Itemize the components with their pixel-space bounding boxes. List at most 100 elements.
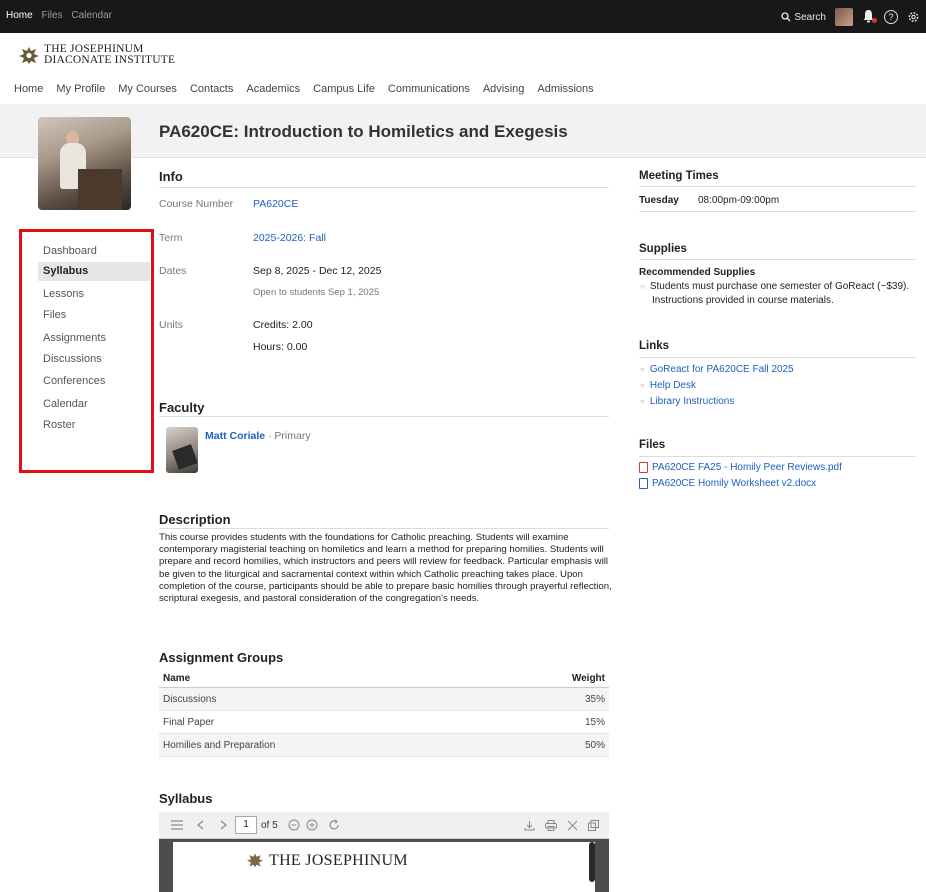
pdf-toolbar: 1 of 5 [159,812,609,839]
main-nav: Home My Profile My Courses Contacts Acad… [14,83,607,95]
top-bar: Home Files Calendar Search ? [0,0,926,33]
group-name: Discussions [159,687,495,711]
pdf-viewer[interactable]: 1 of 5 THE JOSEPHINUM [159,812,609,892]
main-nav-academics[interactable]: Academics [246,83,300,95]
meeting-times-heading: Meeting Times [639,170,719,182]
description-divider [159,528,609,529]
link-help-desk[interactable]: Help Desk [650,380,696,391]
course-number-link[interactable]: PA620CE [253,198,298,210]
zoom-out-icon[interactable] [288,819,300,831]
zoom-in-icon[interactable] [306,819,318,831]
column-header-name: Name [159,670,495,688]
link-item[interactable]: ○ Library Instructions [640,396,734,408]
top-nav-files[interactable]: Files [41,10,62,21]
link-item[interactable]: ○ GoReact for PA620CE Fall 2025 [640,364,794,376]
side-nav-assignments[interactable]: Assignments [38,329,150,348]
assignment-groups-table: Name Weight Discussions 35% Final Paper … [159,670,609,757]
pdf-page: THE JOSEPHINUM [173,842,595,892]
units-label: Units [159,319,183,331]
rotate-icon[interactable] [328,819,340,831]
meeting-row-divider [639,211,916,212]
course-number-label: Course Number [159,198,234,210]
group-name: Homilies and Preparation [159,733,495,757]
file-item[interactable]: PA620CE FA25 - Homily Peer Reviews.pdf [639,462,842,473]
table-row: Homilies and Preparation 50% [159,733,609,757]
logo-line-2: DIACONATE INSTITUTE [44,54,176,66]
docx-icon [639,478,648,489]
description-heading: Description [159,512,231,527]
institute-logo[interactable]: THE JOSEPHINUM DIACONATE INSTITUTE [18,43,176,66]
search-icon [781,12,791,22]
fullscreen-icon[interactable] [567,820,578,831]
list-item: ○ Students must purchase one semester of … [640,281,910,292]
faculty-name-link[interactable]: Matt Coriale [205,430,265,442]
top-nav-home[interactable]: Home [6,10,33,21]
side-nav-files[interactable]: Files [38,306,150,325]
file-item[interactable]: PA620CE Homily Worksheet v2.docx [639,478,816,489]
chevron-left-icon[interactable] [197,820,204,830]
main-nav-admissions[interactable]: Admissions [537,83,593,95]
main-nav-my-courses[interactable]: My Courses [118,83,177,95]
page-number-input[interactable]: 1 [235,816,257,834]
supply-line-2: Instructions provided in course material… [652,295,834,306]
column-header-weight: Weight [494,670,609,688]
file-link-peer-reviews[interactable]: PA620CE FA25 - Homily Peer Reviews.pdf [652,462,842,473]
chevron-right-icon[interactable] [220,820,227,830]
table-row: Final Paper 15% [159,710,609,734]
supplies-heading: Supplies [639,243,687,255]
faculty-avatar[interactable] [166,427,198,473]
top-nav-calendar[interactable]: Calendar [71,10,112,21]
table-header-row: Name Weight [159,670,609,688]
faculty-divider [159,416,609,417]
term-label: Term [159,232,183,244]
side-nav-calendar[interactable]: Calendar [38,395,150,414]
side-nav-roster[interactable]: Roster [38,416,150,435]
print-icon[interactable] [545,819,557,831]
files-heading: Files [639,439,666,451]
notifications-button[interactable] [862,9,877,26]
main-nav-communications[interactable]: Communications [388,83,470,95]
table-row: Discussions 35% [159,687,609,711]
main-nav-my-profile[interactable]: My Profile [56,83,105,95]
file-link-worksheet[interactable]: PA620CE Homily Worksheet v2.docx [652,478,816,489]
gear-icon[interactable] [907,10,920,24]
top-bar-actions: Search ? [781,6,920,28]
syllabus-heading: Syllabus [159,791,213,806]
info-heading: Info [159,169,183,184]
user-avatar[interactable] [835,8,853,26]
page-title: PA620CE: Introduction to Homiletics and … [159,122,568,141]
faculty-role: · Primary [265,430,311,442]
side-nav-discussions[interactable]: Discussions [38,350,150,369]
supplies-subheading: Recommended Supplies [639,267,756,278]
main-nav-advising[interactable]: Advising [483,83,525,95]
dates-value: Sep 8, 2025 - Dec 12, 2025 [253,265,382,277]
link-library-instructions[interactable]: Library Instructions [650,396,734,407]
side-nav-dashboard[interactable]: Dashboard [38,242,150,261]
dates-note: Open to students Sep 1, 2025 [253,287,380,298]
side-nav-conferences[interactable]: Conferences [38,372,150,391]
pdf-scrollbar[interactable] [589,842,595,882]
course-image [38,117,131,210]
link-goreact[interactable]: GoReact for PA620CE Fall 2025 [650,364,794,375]
sidebar-toggle-icon[interactable] [171,820,183,830]
info-divider [159,187,609,188]
page-count: of 5 [261,819,278,831]
download-icon[interactable] [524,820,535,831]
main-nav-home[interactable]: Home [14,83,43,95]
assignment-groups-heading: Assignment Groups [159,650,284,665]
popout-icon[interactable] [588,819,599,831]
term-link[interactable]: 2025-2026: Fall [253,232,326,244]
main-nav-contacts[interactable]: Contacts [190,83,233,95]
meeting-time: 08:00pm-09:00pm [698,195,780,206]
side-nav-lessons[interactable]: Lessons [38,285,150,304]
notification-badge [872,17,877,23]
main-nav-campus-life[interactable]: Campus Life [313,83,375,95]
side-nav-syllabus[interactable]: Syllabus [38,262,150,281]
crest-icon [19,47,39,64]
search-button[interactable]: Search [781,12,826,23]
supplies-divider [639,259,916,260]
group-weight: 35% [494,687,609,711]
help-icon[interactable]: ? [884,10,898,24]
link-item[interactable]: ○ Help Desk [640,380,696,392]
faculty-heading: Faculty [159,400,205,415]
